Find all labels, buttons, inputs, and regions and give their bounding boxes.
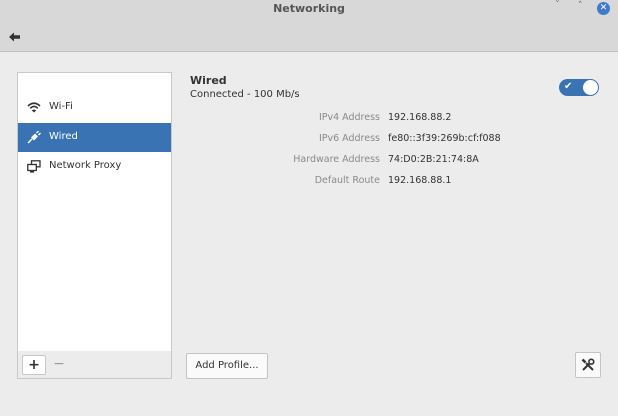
sidebar-item-wifi[interactable]: Wi-Fi	[18, 93, 171, 122]
connection-status: Connected - 100 Mb/s	[190, 89, 300, 100]
detail-value-hardware: 74:D0:2B:21:74:8A	[388, 154, 479, 165]
network-proxy-icon	[27, 160, 41, 173]
checkmark-icon: ✔	[564, 81, 573, 92]
connection-title: Wired	[190, 74, 227, 87]
detail-label-ipv6: IPv6 Address	[318, 133, 380, 144]
detail-label-default-route: Default Route	[314, 175, 380, 186]
detail-value-default-route: 192.168.88.1	[388, 175, 452, 186]
add-profile-button[interactable]: Add Profile...	[186, 353, 268, 379]
window-title: Networking	[273, 2, 345, 15]
detail-value-ipv6: fe80::3f39:269b:cf:f088	[388, 133, 501, 144]
sidebar-item-label: Wired	[49, 131, 78, 142]
titlebar: Networking ˇ ˄ ✕	[0, 0, 618, 17]
detail-value-ipv4: 192.168.88.2	[388, 112, 452, 123]
main-content: Wi-Fi Wired Network Proxy + − Wired Conn…	[0, 52, 618, 416]
tools-icon	[581, 358, 595, 371]
sidebar-item-label: Wi-Fi	[49, 101, 73, 112]
device-sidebar: Wi-Fi Wired Network Proxy	[17, 72, 172, 352]
networking-window: Networking ˇ ˄ ✕ Wi-Fi Wired Network Pro…	[0, 0, 618, 416]
toggle-knob	[583, 80, 598, 95]
sidebar-footer: + −	[17, 351, 172, 379]
back-button[interactable]	[8, 28, 22, 42]
maximize-button[interactable]: ˄	[578, 1, 583, 11]
add-connection-button[interactable]: +	[22, 355, 46, 375]
sidebar-item-wired[interactable]: Wired	[18, 123, 171, 152]
connection-settings-button[interactable]	[575, 352, 601, 378]
wifi-icon	[27, 101, 41, 114]
wired-plug-icon	[27, 130, 41, 144]
sidebar-item-label: Network Proxy	[49, 160, 122, 171]
detail-label-hardware: Hardware Address	[293, 154, 380, 165]
minimize-button[interactable]: ˇ	[555, 0, 560, 11]
close-button[interactable]: ✕	[597, 2, 610, 15]
sidebar-item-network-proxy[interactable]: Network Proxy	[18, 152, 171, 181]
detail-label-ipv4: IPv4 Address	[318, 112, 380, 123]
connection-toggle[interactable]: ✔	[559, 79, 599, 96]
back-arrow-icon	[9, 32, 20, 42]
header-toolbar	[0, 17, 618, 52]
remove-connection-button[interactable]: −	[48, 355, 70, 373]
